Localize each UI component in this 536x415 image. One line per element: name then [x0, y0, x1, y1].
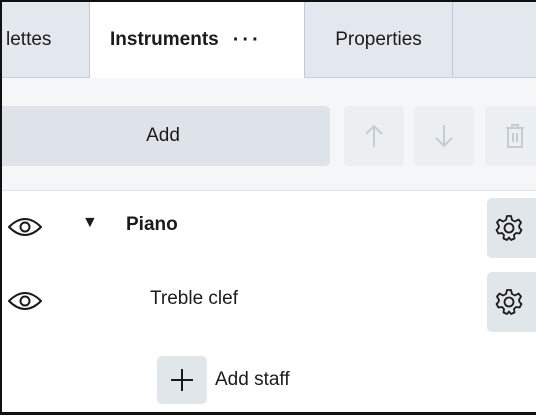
tab-instruments[interactable]: Instruments ··· [90, 2, 305, 78]
staff-settings-button[interactable] [487, 272, 536, 332]
gear-icon [495, 215, 523, 241]
staff-row-treble-clef[interactable]: Treble clef [2, 266, 536, 340]
instruments-panel: lettes Instruments ··· Properties Add ▼ … [0, 0, 536, 415]
panel-tab-bar: lettes Instruments ··· Properties [2, 2, 536, 78]
gear-icon [495, 289, 523, 315]
move-up-button[interactable] [344, 106, 404, 166]
delete-button[interactable] [485, 106, 536, 166]
instruments-toolbar: Add [2, 78, 536, 191]
tab-menu-button[interactable]: ··· [233, 29, 262, 52]
expand-caret-icon[interactable]: ▼ [82, 214, 98, 232]
tab-label: Properties [335, 28, 422, 50]
add-staff-label: Add staff [215, 369, 290, 390]
arrow-down-icon [435, 125, 453, 148]
tab-label: Instruments [110, 29, 219, 50]
add-staff-plus-box [157, 356, 207, 404]
instrument-row-piano[interactable]: ▼ Piano [2, 192, 536, 266]
move-down-button[interactable] [414, 106, 474, 166]
eye-icon[interactable] [8, 217, 42, 237]
tab-properties[interactable]: Properties [305, 2, 453, 77]
staff-name: Treble clef [150, 288, 238, 309]
plus-icon [171, 369, 193, 391]
add-staff-button[interactable]: Add staff [157, 356, 290, 404]
trash-icon [506, 124, 524, 148]
add-button-label: Add [146, 125, 180, 146]
tab-palettes[interactable]: lettes [2, 2, 90, 77]
tab-label: lettes [6, 28, 52, 50]
eye-icon[interactable] [8, 291, 42, 311]
instrument-name: Piano [126, 214, 178, 235]
arrow-up-icon [365, 124, 383, 147]
instrument-settings-button[interactable] [487, 198, 536, 258]
add-instrument-button[interactable]: Add [2, 106, 330, 166]
